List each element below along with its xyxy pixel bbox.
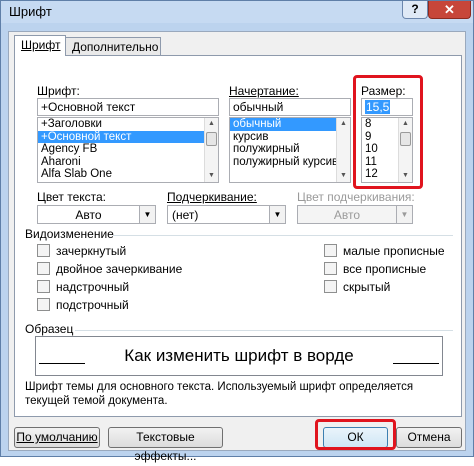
font-label: Шрифт: [37,84,80,98]
size-list-scrollbar[interactable]: ▲ ▼ [398,118,412,182]
text-color-select[interactable]: Авто ▼ [37,205,156,224]
scroll-thumb[interactable] [400,132,411,146]
list-item[interactable]: Alfa Slab One [38,168,218,181]
style-input[interactable]: обычный [229,98,351,116]
help-button[interactable]: ? [402,1,428,19]
sample-preview: Как изменить шрифт в ворде [35,336,443,376]
style-list[interactable]: обычный курсив полужирный полужирный кур… [229,117,351,183]
scroll-down-icon[interactable]: ▼ [337,170,350,182]
size-input[interactable]: 15,5 [361,98,413,116]
divider [75,330,453,331]
help-icon: ? [411,2,419,16]
scroll-down-icon[interactable]: ▼ [399,170,412,182]
size-list[interactable]: 8 9 10 11 12 ▲ ▼ [361,117,413,183]
sample-group-label: Образец [25,322,74,336]
style-label: Начертание: [229,84,299,98]
scroll-up-icon[interactable]: ▲ [337,118,350,130]
underline-label: Подчеркивание: [167,190,257,204]
font-list-scrollbar[interactable]: ▲ ▼ [204,118,218,182]
dialog-title: Шрифт [9,4,52,19]
scroll-down-icon[interactable]: ▼ [205,170,218,182]
tab-advanced[interactable]: Дополнительно [65,37,161,56]
ok-button[interactable]: ОК [323,427,388,448]
text-color-label: Цвет текста: [37,190,107,204]
font-input[interactable]: +Основной текст [37,98,219,116]
underline-select[interactable]: (нет) ▼ [167,205,286,224]
size-value: 15,5 [365,100,391,114]
sample-text: Как изменить шрифт в ворде [124,346,354,365]
dialog-client: Шрифт Дополнительно Шрифт: +Основной тек… [8,31,466,463]
font-dialog: Шрифт ? ✕ Шрифт Дополнительно Шрифт: +Ос… [0,0,474,463]
font-tab-panel: Шрифт: +Основной текст +Заголовки +Основ… [14,55,462,417]
list-item[interactable]: полужирный курсив [230,156,350,169]
list-item[interactable]: +Основной текст [38,130,218,143]
scroll-thumb[interactable] [206,132,217,146]
font-list[interactable]: +Заголовки +Основной текст Agency FB Aha… [37,117,219,183]
cancel-button[interactable]: Отмена [396,427,462,448]
list-item[interactable]: полужирный [230,143,350,156]
list-item[interactable]: обычный [230,118,350,131]
style-list-scrollbar[interactable]: ▲ ▼ [336,118,350,182]
size-label: Размер: [361,84,406,98]
underline-color-select[interactable]: Авто ▼ [297,205,413,224]
text-effects-button[interactable]: Текстовые эффекты... [108,427,223,463]
scroll-up-icon[interactable]: ▲ [399,118,412,130]
set-default-button[interactable]: По умолчанию [14,427,100,448]
chevron-down-icon: ▼ [269,206,285,223]
chevron-down-icon: ▼ [396,206,412,223]
underline-color-label: Цвет подчеркивания: [297,190,415,204]
title-bar: Шрифт ? ✕ [1,1,473,23]
list-item[interactable]: курсив [230,131,350,144]
sample-note: Шрифт темы для основного текста. Использ… [25,381,414,407]
list-item[interactable]: Agency FB [38,143,218,156]
chevron-down-icon: ▼ [139,206,155,223]
scroll-up-icon[interactable]: ▲ [205,118,218,130]
close-icon: ✕ [444,2,455,17]
close-button[interactable]: ✕ [428,1,471,19]
list-item[interactable]: Aharoni [38,156,218,169]
divider [113,235,453,236]
tab-font[interactable]: Шрифт [14,35,66,56]
baseline-right [393,363,439,364]
effects-group-label: Видоизменение [25,227,114,241]
list-item[interactable]: +Заголовки [38,118,218,131]
